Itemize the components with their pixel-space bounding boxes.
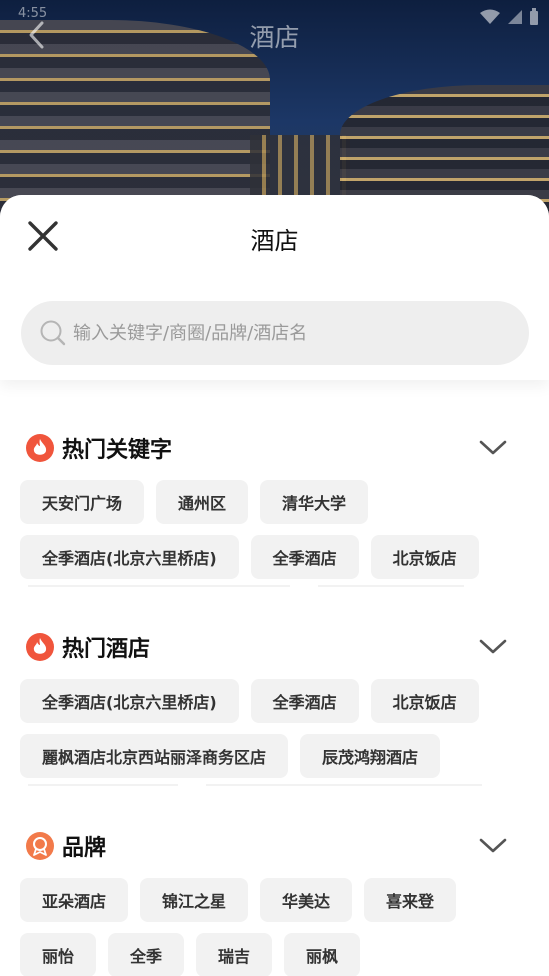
tag-chip[interactable]: 锦江之星	[140, 878, 249, 922]
fire-icon	[26, 633, 54, 661]
hero-title: 酒店	[249, 23, 300, 52]
tag-chip[interactable]: 瑞吉	[196, 933, 273, 976]
tag-chip[interactable]: 北京饭店	[370, 535, 479, 579]
chevron-down-icon[interactable]	[479, 436, 507, 458]
tag-chip[interactable]: 北京饭店	[370, 679, 479, 723]
tag-chip[interactable]: 喜来登	[364, 878, 457, 922]
sheet-content: 热门关键字 天安门广场 通州区 清华大学 全季酒店(北京六里桥店) 全季酒店 北…	[0, 380, 549, 976]
section-title: 热门酒店	[62, 637, 151, 662]
fire-icon	[26, 434, 54, 462]
hot-keywords-section: 热门关键字 天安门广场 通州区 清华大学 全季酒店(北京六里桥店) 全季酒店 北…	[0, 420, 549, 593]
tag-chip[interactable]: 全季酒店(北京六里桥店)	[20, 679, 239, 723]
tag-chip[interactable]: 丽怡	[20, 933, 97, 976]
search-input[interactable]	[73, 322, 493, 344]
sheet-header: 酒店	[0, 195, 549, 380]
hot-hotels-section: 热门酒店 全季酒店(北京六里桥店) 全季酒店 北京饭店 麗枫酒店北京西站丽泽商务…	[0, 619, 549, 792]
tag-list: 天安门广场 通州区 清华大学 全季酒店(北京六里桥店) 全季酒店 北京饭店	[20, 476, 529, 579]
tag-chip[interactable]: 亚朵酒店	[20, 878, 129, 922]
section-title: 热门关键字	[62, 438, 173, 463]
section-title: 品牌	[62, 836, 107, 861]
section-header[interactable]: 品牌	[20, 818, 529, 874]
search-sheet: 酒店 热门关键字 天安门广场 通州区 清华大	[0, 195, 549, 976]
chevron-down-icon[interactable]	[479, 834, 507, 856]
tag-chip[interactable]: 全季	[108, 933, 185, 976]
section-header[interactable]: 热门酒店	[20, 619, 529, 675]
section-divider	[20, 778, 529, 792]
tag-chip[interactable]: 天安门广场	[20, 480, 145, 524]
tag-chip[interactable]: 辰茂鸿翔酒店	[300, 734, 441, 778]
tag-chip[interactable]: 丽枫	[284, 933, 361, 976]
section-header[interactable]: 热门关键字	[20, 420, 529, 476]
search-icon	[40, 320, 66, 346]
hero-background: 4:55 酒店	[0, 0, 549, 220]
medal-icon	[26, 832, 54, 860]
tag-list: 亚朵酒店 锦江之星 华美达 喜来登 丽怡 全季 瑞吉 丽枫	[20, 874, 529, 976]
tag-chip[interactable]: 华美达	[260, 878, 353, 922]
tag-chip[interactable]: 麗枫酒店北京西站丽泽商务区店	[20, 734, 289, 778]
tag-chip[interactable]: 全季酒店(北京六里桥店)	[20, 535, 239, 579]
section-divider	[20, 579, 529, 593]
tag-list: 全季酒店(北京六里桥店) 全季酒店 北京饭店 麗枫酒店北京西站丽泽商务区店 辰茂…	[20, 675, 529, 778]
tag-chip[interactable]: 清华大学	[260, 480, 369, 524]
search-bar[interactable]	[21, 301, 529, 365]
sheet-title: 酒店	[250, 227, 299, 255]
tag-chip[interactable]: 全季酒店	[250, 535, 359, 579]
brands-section: 品牌 亚朵酒店 锦江之星 华美达 喜来登 丽怡 全季 瑞吉 丽枫	[0, 818, 549, 976]
tag-chip[interactable]: 全季酒店	[250, 679, 359, 723]
chevron-down-icon[interactable]	[479, 635, 507, 657]
tag-chip[interactable]: 通州区	[156, 480, 249, 524]
